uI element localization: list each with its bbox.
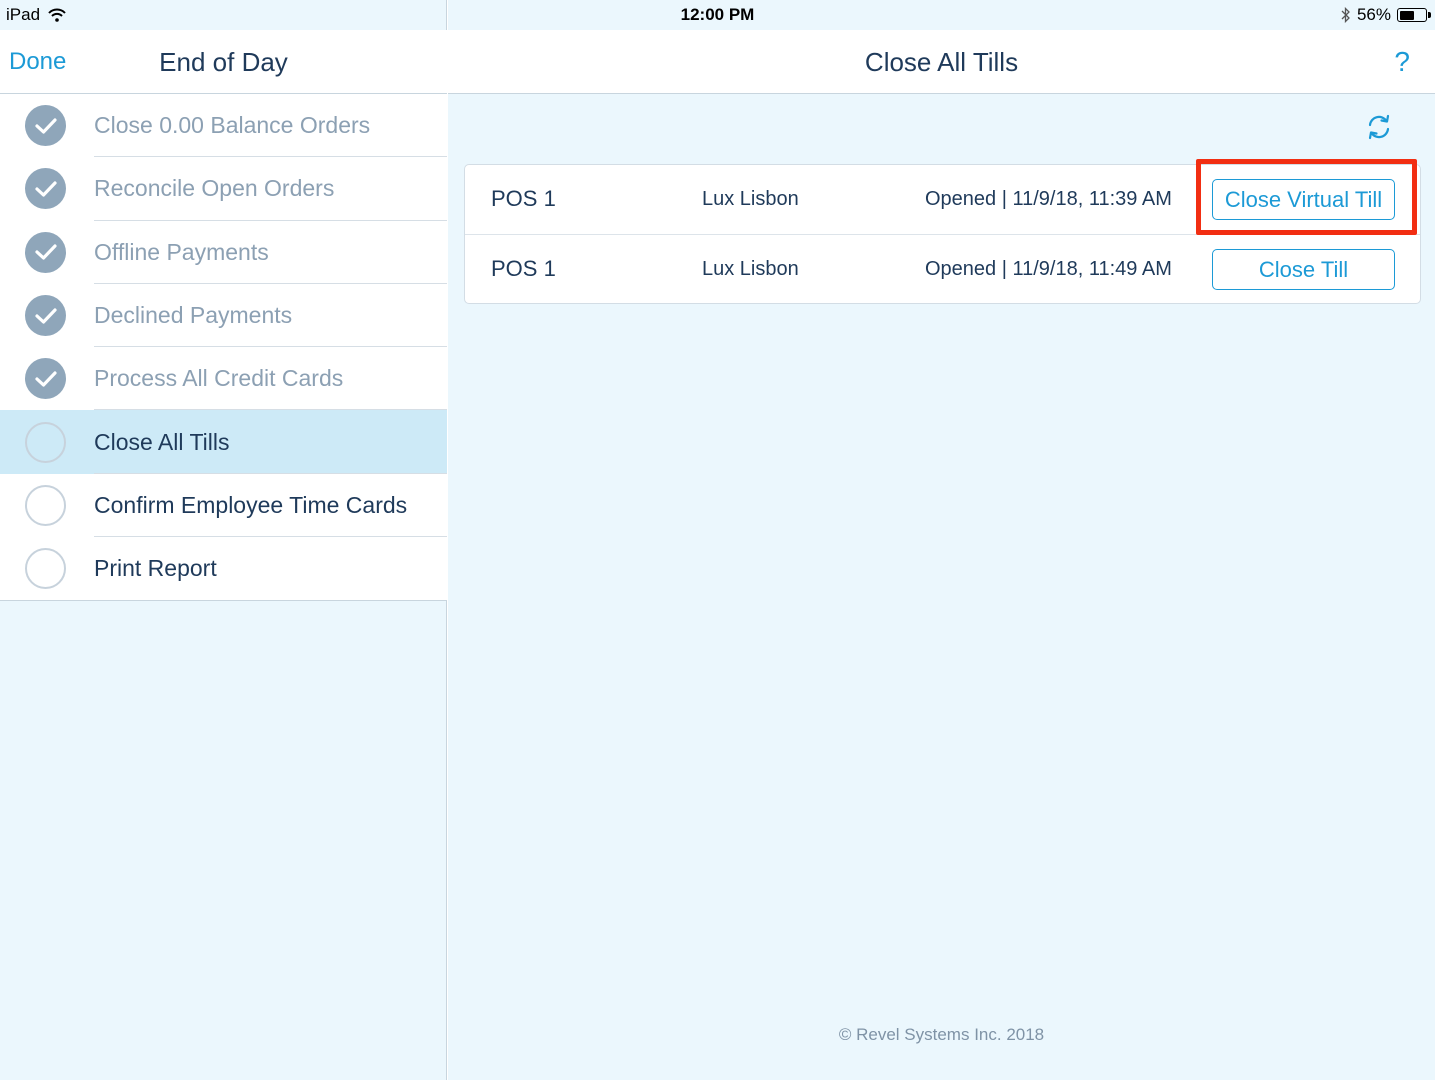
step-label: Close All Tills	[94, 428, 230, 455]
till-status: Opened | 11/9/18, 11:39 AM	[925, 188, 1172, 210]
sidebar-header: Done End of Day	[0, 30, 447, 94]
step-item[interactable]: Confirm Employee Time Cards	[0, 474, 447, 538]
step-label: Process All Credit Cards	[94, 365, 344, 392]
battery-percent: 56%	[1356, 5, 1391, 24]
till-employee: Lux Lisbon	[702, 258, 799, 280]
close-all-tills-pane: Close All Tills ? POS 1 Lux Lisbon Opened …	[448, 0, 1435, 1080]
page-title: Close All Tills	[864, 47, 1019, 77]
help-button[interactable]: ?	[1394, 46, 1410, 78]
step-item[interactable]: Process All Credit Cards	[0, 347, 447, 411]
empty-circle-icon	[25, 484, 66, 526]
step-label: Reconcile Open Orders	[94, 175, 335, 202]
step-label: Offline Payments	[94, 238, 269, 265]
step-item[interactable]: Offline Payments	[0, 221, 447, 284]
till-employee: Lux Lisbon	[702, 188, 799, 210]
step-label: Declined Payments	[94, 302, 293, 329]
checkmark-icon	[25, 231, 66, 273]
end-of-day-sidebar: Done End of Day Close 0.00 Balance Order…	[0, 0, 447, 1080]
step-item[interactable]: Print Report	[0, 537, 447, 600]
checkmark-icon	[25, 295, 66, 337]
sidebar-title: End of Day	[159, 47, 288, 77]
step-label: Close 0.00 Balance Orders	[94, 112, 371, 139]
step-label: Confirm Employee Time Cards	[94, 491, 408, 518]
step-list: Close 0.00 Balance Orders Reconcile Open …	[0, 94, 447, 602]
status-bar: iPad 12:00 PM 56%	[0, 0, 1435, 30]
till-status: Opened | 11/9/18, 11:49 AM	[925, 258, 1172, 280]
close-virtual-till-button[interactable]: Close Virtual Till	[1212, 179, 1395, 220]
bluetooth-icon	[1341, 7, 1350, 23]
step-item[interactable]: Declined Payments	[0, 284, 447, 348]
step-item[interactable]: Reconcile Open Orders	[0, 157, 447, 221]
close-till-button[interactable]: Close Till	[1212, 249, 1395, 290]
step-item[interactable]: Close All Tills	[0, 410, 447, 474]
till-name: POS 1	[491, 186, 556, 211]
tills-table: POS 1 Lux Lisbon Opened | 11/9/18, 11:39 A…	[464, 164, 1421, 304]
till-row: POS 1 Lux Lisbon Opened | 11/9/18, 11:39 A…	[465, 165, 1420, 234]
copyright-footer: © Revel Systems Inc. 2018	[838, 1025, 1045, 1044]
checkmark-icon	[25, 168, 66, 210]
detail-header: Close All Tills ?	[448, 30, 1435, 94]
checkmark-icon	[25, 358, 66, 400]
empty-circle-icon	[25, 421, 66, 463]
till-name: POS 1	[491, 256, 556, 281]
battery-icon	[1397, 8, 1431, 22]
step-item[interactable]: Close 0.00 Balance Orders	[0, 94, 447, 158]
step-label: Print Report	[94, 555, 217, 582]
checkmark-icon	[25, 105, 66, 147]
empty-circle-icon	[25, 548, 66, 590]
clock: 12:00 PM	[680, 5, 755, 24]
battery-level	[1399, 10, 1414, 20]
till-row: POS 1 Lux Lisbon Opened | 11/9/18, 11:49 A…	[465, 234, 1420, 303]
refresh-icon[interactable]	[1364, 112, 1394, 142]
